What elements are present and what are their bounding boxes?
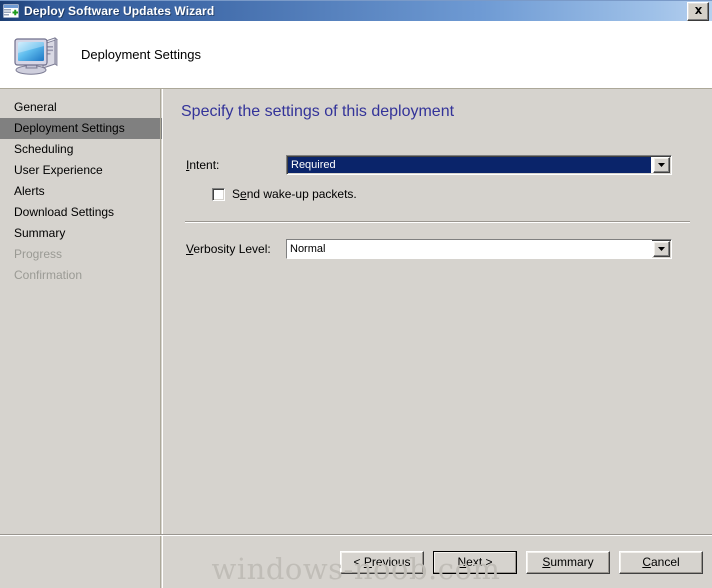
wizard-header: Deployment Settings	[0, 21, 712, 89]
cancel-button[interactable]: Cancel	[619, 551, 703, 574]
previous-button[interactable]: < Previous	[340, 551, 424, 574]
close-button[interactable]	[687, 1, 709, 21]
intent-label: Intent:	[186, 158, 220, 172]
wizard-button-bar: < Previous Next > Summary Cancel	[340, 551, 703, 574]
wizard-body: General Deployment Settings Scheduling U…	[0, 89, 712, 588]
computer-monitor-icon	[13, 33, 61, 77]
wizard-content: Specify the settings of this deployment …	[163, 89, 712, 588]
wake-up-label-accel: e	[240, 187, 247, 201]
window-title: Deploy Software Updates Wizard	[24, 4, 215, 18]
verbosity-row: Verbosity Level: Normal	[186, 239, 686, 259]
summary-button[interactable]: Summary	[526, 551, 610, 574]
intent-dropdown-button[interactable]	[653, 157, 670, 173]
wizard-window: Deploy Software Updates Wizard Deploymen…	[0, 0, 712, 588]
sidebar-item-download-settings[interactable]: Download Settings	[0, 202, 162, 223]
page-title: Specify the settings of this deployment	[181, 103, 455, 120]
verbosity-label: Verbosity Level:	[186, 242, 271, 256]
sidebar-item-deployment-settings[interactable]: Deployment Settings	[0, 118, 162, 139]
header-title: Deployment Settings	[81, 47, 201, 62]
intent-combobox[interactable]: Required	[286, 155, 672, 175]
wizard-step-list: General Deployment Settings Scheduling U…	[0, 89, 163, 588]
verbosity-combobox[interactable]: Normal	[286, 239, 672, 259]
sidebar-item-confirmation: Confirmation	[14, 268, 83, 282]
footer-divider	[0, 534, 712, 536]
sidebar-item-general[interactable]: General	[0, 97, 162, 118]
sidebar-item-summary[interactable]: Summary	[0, 223, 162, 244]
chevron-down-icon	[658, 247, 665, 251]
title-bar: Deploy Software Updates Wizard	[0, 0, 712, 21]
sidebar-item-user-experience[interactable]: User Experience	[0, 160, 162, 181]
sidebar-item-progress: Progress	[14, 247, 63, 261]
wake-up-row[interactable]: Send wake-up packets.	[212, 187, 357, 201]
send-wake-up-packets-label[interactable]: Send wake-up packets.	[232, 187, 357, 201]
wizard-window-icon	[3, 4, 19, 18]
intent-value: Required	[288, 157, 651, 173]
intent-row: Intent: Required	[186, 155, 686, 175]
verbosity-dropdown-button[interactable]	[653, 241, 670, 257]
sidebar-item-alerts[interactable]: Alerts	[0, 181, 162, 202]
close-icon	[694, 7, 702, 14]
send-wake-up-packets-checkbox[interactable]	[212, 187, 225, 201]
section-divider	[185, 221, 690, 223]
chevron-down-icon	[658, 163, 665, 167]
verbosity-value: Normal	[287, 240, 652, 258]
next-button[interactable]: Next >	[433, 551, 517, 574]
sidebar-item-scheduling[interactable]: Scheduling	[0, 139, 162, 160]
